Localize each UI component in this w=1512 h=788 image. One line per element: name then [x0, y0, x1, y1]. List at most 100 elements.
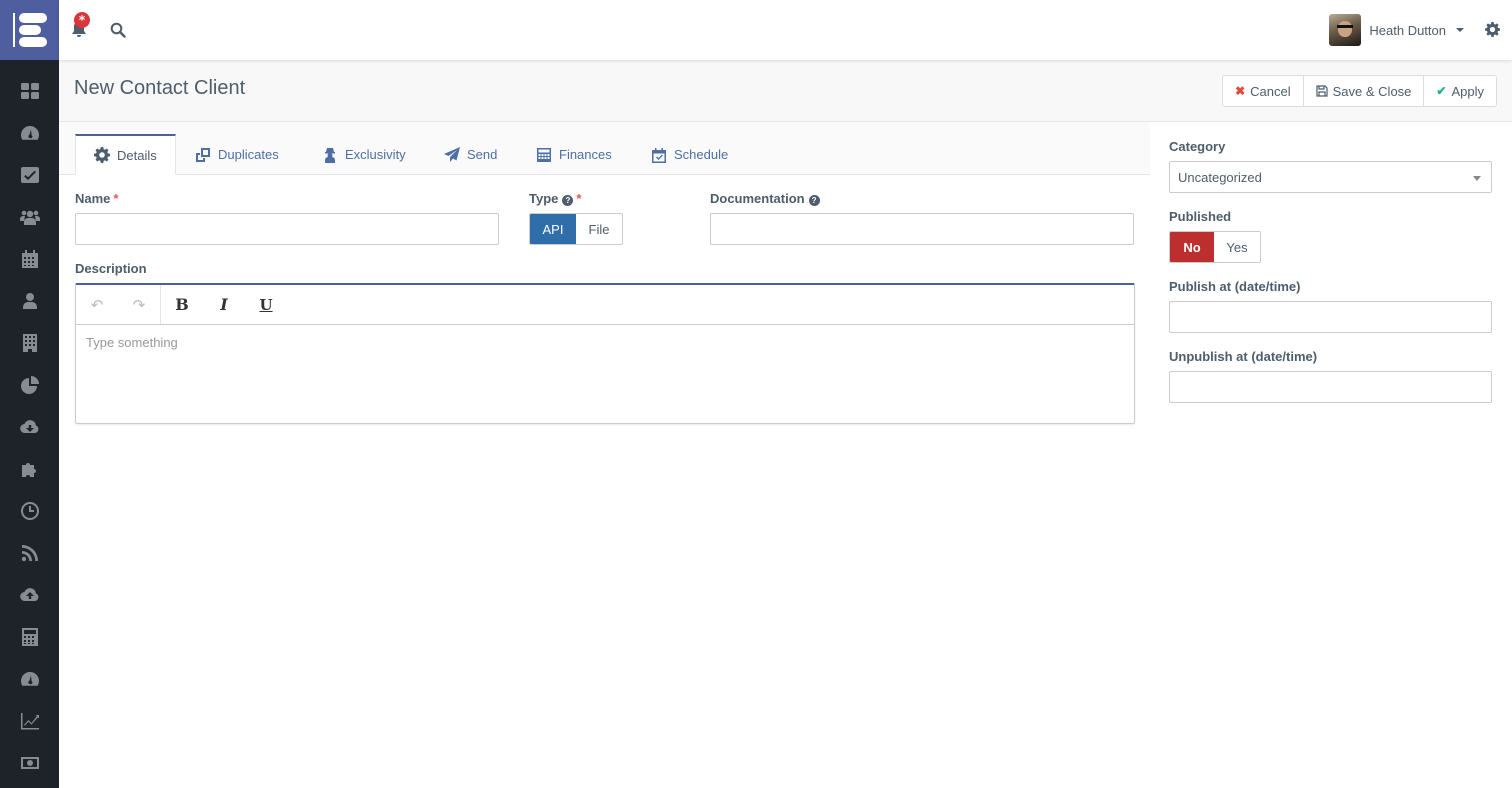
sidebar-item-plugins[interactable] — [0, 448, 59, 490]
search-icon[interactable] — [110, 22, 126, 38]
tab-finances[interactable]: Finances — [518, 134, 630, 175]
check-square-icon — [20, 167, 39, 183]
name-input[interactable] — [75, 213, 499, 245]
sidebar-item-calendar[interactable] — [0, 238, 59, 280]
published-label: Published — [1169, 209, 1232, 224]
notification-badge[interactable]: * — [74, 12, 90, 28]
line-chart-icon — [20, 713, 39, 730]
sidebar-item-speedometer[interactable] — [0, 112, 59, 154]
bold-button[interactable]: B — [161, 295, 203, 314]
published-option-yes[interactable]: Yes — [1214, 232, 1260, 262]
building-icon — [22, 334, 37, 352]
close-icon: ✖ — [1235, 84, 1246, 98]
tab-label: Exclusivity — [345, 147, 406, 162]
documentation-label: Documentation? — [710, 191, 820, 206]
left-sidebar — [0, 0, 59, 788]
action-buttons: ✖ Cancel Save & Close ✔ Apply — [1222, 75, 1497, 107]
published-option-no[interactable]: No — [1170, 232, 1214, 262]
sidebar-item-import[interactable] — [0, 406, 59, 448]
logo-pill — [19, 13, 47, 23]
page-title: New Contact Client — [74, 77, 246, 99]
description-textarea[interactable]: Type something — [76, 325, 1134, 360]
cancel-button[interactable]: ✖ Cancel — [1223, 76, 1304, 106]
editor-toolbar: ↶ ↷ B I U — [76, 285, 1134, 325]
check-icon: ✔ — [1436, 84, 1447, 98]
chevron-down-icon[interactable] — [1456, 28, 1464, 32]
pie-chart-icon — [20, 376, 39, 394]
tab-schedule[interactable]: Schedule — [633, 134, 746, 175]
calendar-icon — [21, 250, 38, 268]
category-select[interactable]: Uncategorized — [1169, 161, 1492, 193]
gear-icon[interactable] — [1485, 22, 1500, 37]
history-group: ↶ ↷ — [76, 285, 161, 324]
calculator-icon — [21, 628, 38, 646]
brand-logo[interactable] — [0, 0, 59, 60]
sidebar-item-contacts[interactable] — [0, 196, 59, 238]
page-header: New Contact Client ✖ Cancel Save & Close… — [59, 60, 1512, 122]
description-label: Description — [75, 261, 147, 276]
sidebar-item-reports[interactable] — [0, 364, 59, 406]
sidebar-item-tasks[interactable] — [0, 154, 59, 196]
redo-icon[interactable]: ↷ — [118, 296, 160, 314]
tab-label: Schedule — [674, 147, 729, 162]
sidebar-item-history[interactable] — [0, 490, 59, 532]
italic-button[interactable]: I — [203, 295, 245, 314]
money-icon — [20, 757, 39, 769]
sidebar-item-feeds[interactable] — [0, 532, 59, 574]
help-icon[interactable]: ? — [562, 195, 574, 206]
logo-pill — [19, 37, 47, 47]
format-group: B I U — [161, 285, 287, 324]
sidebar-item-calculator[interactable] — [0, 616, 59, 658]
description-editor: ↶ ↷ B I U Type something — [75, 283, 1135, 424]
sidebar-item-user[interactable] — [0, 280, 59, 322]
tab-duplicates[interactable]: Duplicates — [177, 134, 297, 175]
type-option-api[interactable]: API — [530, 214, 576, 244]
chevron-down-icon — [1473, 176, 1481, 181]
paper-plane-icon — [444, 146, 460, 162]
undo-icon[interactable]: ↶ — [76, 296, 118, 314]
clone-icon — [196, 147, 210, 162]
user-name[interactable]: Heath Dutton — [1369, 23, 1446, 38]
save-close-label: Save & Close — [1332, 83, 1412, 99]
required-marker: * — [576, 191, 582, 206]
avatar[interactable] — [1329, 14, 1362, 46]
help-icon[interactable]: ? — [808, 195, 820, 206]
name-label: Name * — [75, 191, 118, 206]
speedometer-icon — [20, 672, 39, 686]
rss-icon — [21, 545, 38, 562]
apply-button[interactable]: ✔ Apply — [1424, 76, 1496, 106]
type-label-text: Type — [529, 191, 559, 206]
save-icon — [1316, 85, 1328, 97]
unpublish-at-label: Unpublish at (date/time) — [1169, 349, 1318, 364]
sidebar-item-performance[interactable] — [0, 658, 59, 700]
sidebar-item-companies[interactable] — [0, 322, 59, 364]
calculator-icon — [537, 147, 551, 162]
top-bar: * Heath Dutton — [59, 0, 1512, 60]
clock-icon — [20, 502, 39, 520]
sidebar-item-export[interactable] — [0, 574, 59, 616]
calendar-check-icon — [652, 147, 666, 163]
user-icon — [22, 293, 37, 309]
publish-at-input[interactable] — [1169, 301, 1492, 333]
logo-bar — [13, 13, 15, 47]
category-value: Uncategorized — [1178, 170, 1262, 185]
type-option-file[interactable]: File — [576, 214, 622, 244]
user-secret-icon — [325, 147, 335, 163]
puzzle-icon — [21, 463, 36, 477]
users-icon — [19, 210, 40, 225]
speedometer-icon — [20, 126, 39, 140]
tab-exclusivity[interactable]: Exclusivity — [304, 134, 424, 175]
user-menu[interactable]: Heath Dutton — [1329, 14, 1464, 46]
save-close-button[interactable]: Save & Close — [1304, 76, 1425, 106]
tab-send[interactable]: Send — [426, 134, 515, 175]
documentation-input[interactable] — [710, 213, 1134, 245]
sidebar-item-trends[interactable] — [0, 700, 59, 742]
cancel-label: Cancel — [1250, 83, 1291, 99]
sidebar-item-dashboard[interactable] — [0, 70, 59, 112]
tab-details[interactable]: Details — [75, 134, 176, 175]
underline-button[interactable]: U — [245, 296, 287, 314]
tab-bar: Details Duplicates Exclusivity Send Fina… — [59, 122, 1150, 175]
tab-label: Duplicates — [218, 147, 279, 162]
unpublish-at-input[interactable] — [1169, 371, 1492, 403]
sidebar-item-billing[interactable] — [0, 742, 59, 784]
